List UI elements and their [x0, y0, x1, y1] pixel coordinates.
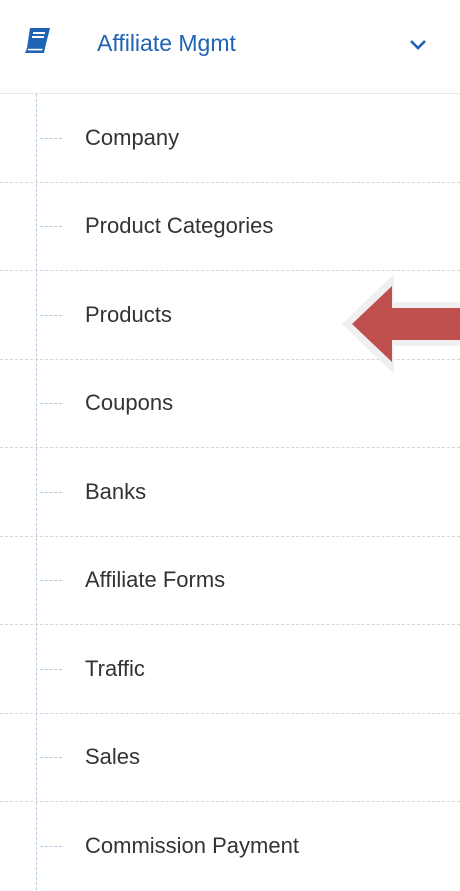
submenu-item-sales[interactable]: Sales [0, 714, 460, 802]
tree-branch-line [40, 314, 62, 316]
submenu-item-company[interactable]: Company [0, 94, 460, 183]
tree-branch-line [40, 226, 62, 228]
submenu-item-label: Coupons [85, 390, 174, 416]
menu-header-affiliate-mgmt[interactable]: Affiliate Mgmt [0, 0, 460, 94]
chevron-down-icon[interactable] [408, 38, 428, 52]
submenu-item-product-categories[interactable]: Product Categories [0, 183, 460, 271]
tree-branch-line [40, 668, 62, 670]
submenu-item-label: Banks [85, 478, 147, 504]
tree-branch-line [40, 846, 62, 848]
submenu-item-traffic[interactable]: Traffic [0, 625, 460, 714]
tree-branch-line [40, 491, 62, 493]
submenu-item-label: Affiliate Forms [85, 567, 226, 593]
submenu-item-label: Traffic [85, 655, 145, 681]
submenu-item-banks[interactable]: Banks [0, 448, 460, 537]
arrow-left-icon [342, 274, 460, 374]
submenu-item-label: Company [85, 124, 180, 150]
book-icon [25, 28, 50, 53]
submenu-item-label: Sales [85, 744, 141, 770]
submenu-item-commission-payment[interactable]: Commission Payment [0, 802, 460, 891]
menu-header-title: Affiliate Mgmt [97, 30, 236, 56]
submenu-item-label: Product Categories [85, 213, 274, 239]
tree-branch-line [40, 137, 62, 139]
submenu-list: Company Product Categories Products Coup… [0, 94, 460, 891]
tree-branch-line [40, 757, 62, 759]
submenu-item-affiliate-forms[interactable]: Affiliate Forms [0, 537, 460, 625]
tree-branch-line [40, 403, 62, 405]
submenu-item-label: Products [85, 301, 172, 327]
submenu-item-label: Commission Payment [85, 833, 299, 859]
tree-branch-line [40, 580, 62, 582]
